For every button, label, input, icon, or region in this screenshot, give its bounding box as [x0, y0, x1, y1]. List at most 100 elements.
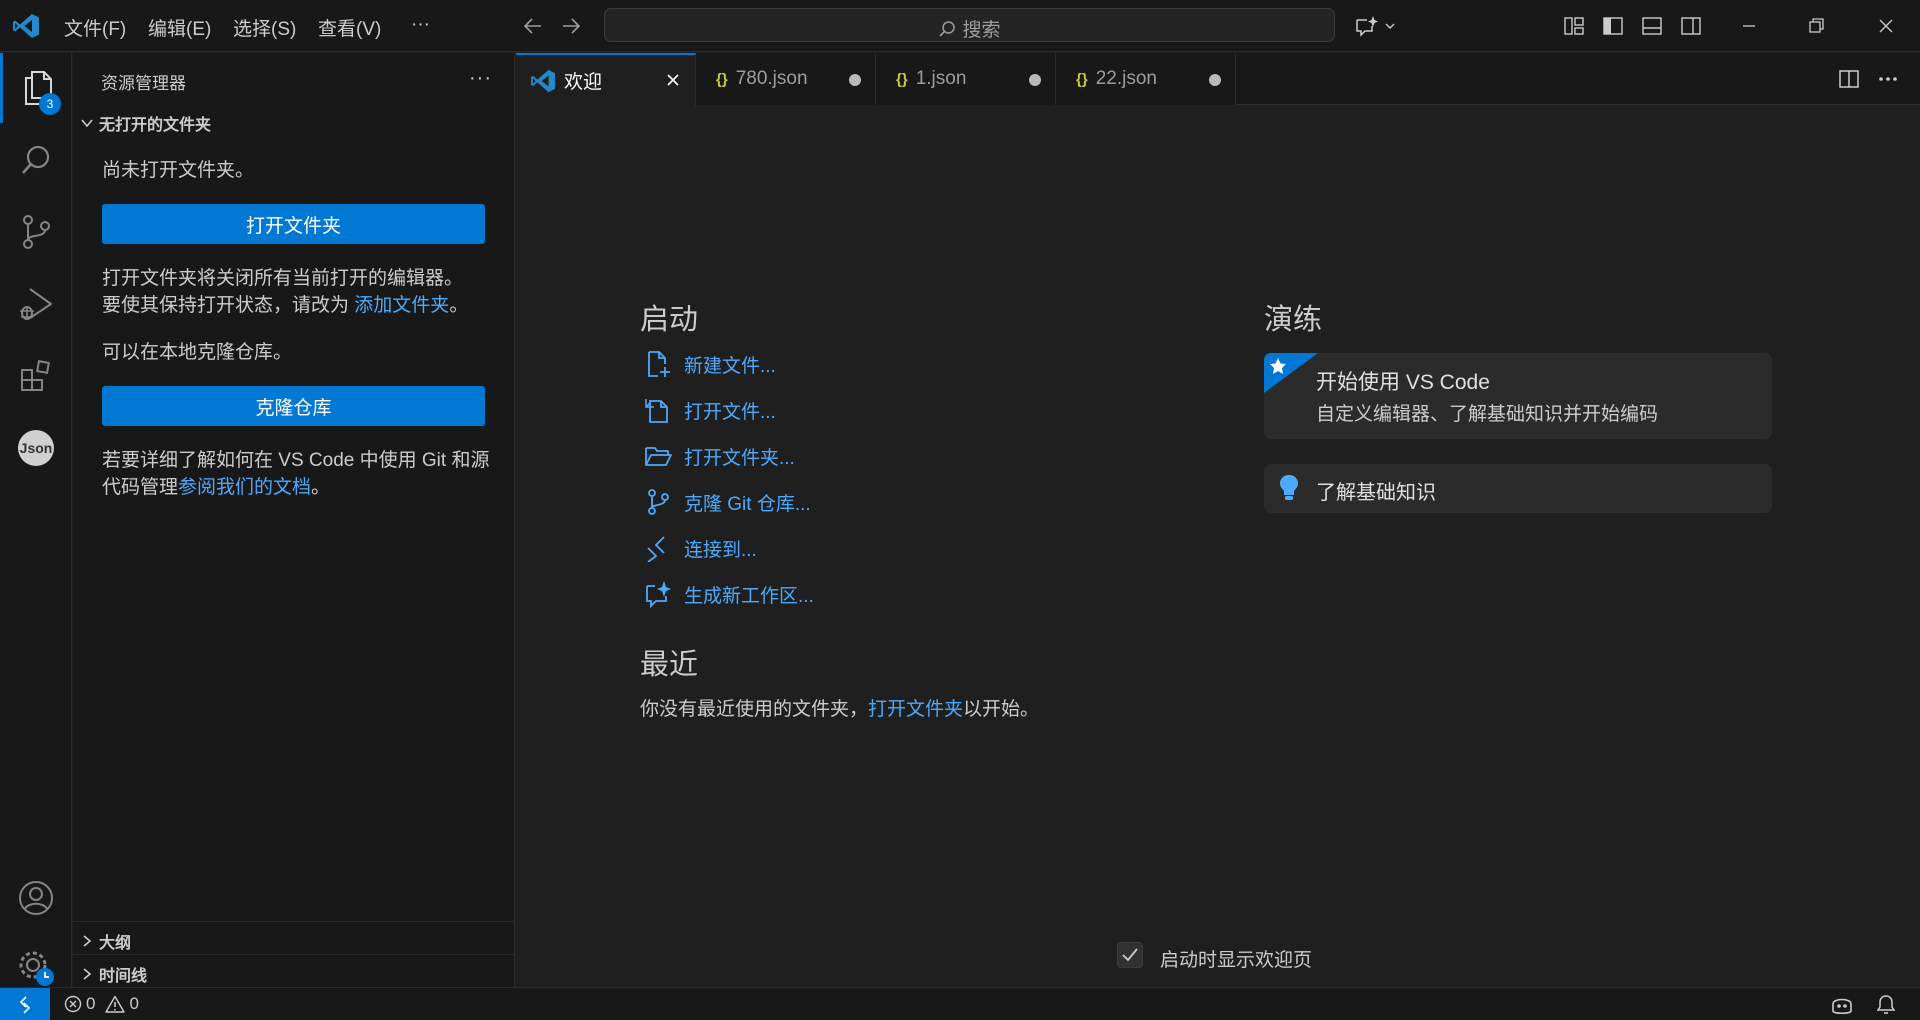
command-center-search[interactable]: 搜索: [604, 8, 1335, 42]
unsaved-dot-icon[interactable]: [849, 74, 861, 86]
activity-explorer[interactable]: 3: [0, 53, 72, 123]
toggle-primary-sidebar-icon[interactable]: [1601, 14, 1625, 38]
tab-22-json-label: 22.json: [1095, 68, 1157, 89]
remote-icon: [19, 995, 31, 1014]
restore-icon[interactable]: [1804, 14, 1828, 38]
close-window-icon[interactable]: [1874, 14, 1898, 38]
toggle-secondary-sidebar-icon[interactable]: [1679, 14, 1703, 38]
problems-status[interactable]: 0 0: [64, 994, 139, 1014]
menu-edit[interactable]: 编辑(E): [148, 14, 211, 41]
recent-open-folder-link[interactable]: 打开文件夹: [868, 699, 963, 720]
notifications-bell-icon[interactable]: [1876, 994, 1896, 1016]
source-control-icon: [23, 215, 50, 249]
copilot-icon[interactable]: [1830, 994, 1854, 1016]
copilot-sparkle-icon[interactable]: [1354, 14, 1400, 38]
explorer-sidebar: 资源管理器 ··· 无打开的文件夹 尚未打开文件夹。 打开文件夹 打开文件夹将关…: [73, 53, 515, 987]
menu-file[interactable]: 文件(F): [64, 14, 126, 41]
recent-suffix: 以开始。: [963, 699, 1040, 720]
warning-icon: [105, 995, 126, 1013]
back-arrow-icon[interactable]: [521, 14, 545, 38]
json-file-icon: {}: [716, 70, 728, 88]
activity-source-control[interactable]: [0, 197, 72, 267]
recent-heading: 最近: [640, 649, 699, 681]
info-line2-prefix: 要使其保持打开状态，请改为: [102, 295, 350, 316]
forward-arrow-icon[interactable]: [559, 14, 583, 38]
generate-workspace-label: 生成新工作区...: [684, 585, 814, 607]
status-bar: 0 0: [0, 987, 1920, 1020]
customize-layout-icon[interactable]: [1562, 14, 1586, 38]
activity-json[interactable]: Json: [0, 413, 72, 483]
unsaved-dot-icon[interactable]: [1029, 74, 1041, 86]
new-file-icon: [648, 351, 670, 377]
add-folder-link[interactable]: 添加文件夹: [354, 295, 449, 316]
outline-header: 大纲: [79, 929, 131, 953]
menu-more[interactable]: ···: [411, 14, 430, 36]
close-tab-icon[interactable]: [665, 72, 681, 88]
get-started-card[interactable]: 开始使用 VS Code 自定义编辑器、了解基础知识并开始编码: [1264, 353, 1772, 439]
split-editor-icon[interactable]: [1837, 67, 1861, 91]
json-logo-text: Json: [20, 440, 53, 456]
json-file-icon: {}: [896, 70, 908, 88]
menu-selection[interactable]: 选择(S): [233, 14, 296, 41]
learn-fundamentals-card[interactable]: 了解基础知识: [1264, 464, 1772, 513]
timeline-title: 时间线: [99, 968, 148, 985]
sidebar-more-actions[interactable]: ···: [469, 67, 492, 90]
open-folder-button[interactable]: 打开文件夹: [102, 204, 485, 244]
walkthroughs-heading: 演练: [1264, 304, 1323, 336]
clone-repo-button[interactable]: 克隆仓库: [102, 386, 485, 426]
connect-to-label: 连接到...: [684, 539, 757, 561]
welcome-page: 启动 新建文件... 打开文件... 打开文件夹... 克隆 Git 仓库...: [516, 106, 1920, 987]
clone-text: 可以在本地克隆仓库。: [102, 342, 293, 363]
tab-1-json-label: 1.json: [915, 68, 967, 89]
remote-connect-icon: [647, 536, 665, 562]
remote-indicator[interactable]: [0, 988, 50, 1020]
activity-extensions[interactable]: [0, 341, 72, 411]
git-branch-icon: [648, 489, 669, 515]
clone-git-link[interactable]: 克隆 Git 仓库...: [644, 488, 811, 516]
extensions-icon: [21, 360, 50, 391]
sidebar-title: 资源管理器: [101, 74, 186, 93]
minimize-icon[interactable]: [1737, 14, 1761, 38]
run-debug-icon: [20, 288, 52, 320]
outline-title: 大纲: [99, 935, 132, 952]
activity-search[interactable]: [0, 125, 72, 195]
section-timeline[interactable]: 时间线: [73, 954, 515, 987]
editor-more-actions-icon[interactable]: [1876, 67, 1900, 91]
show-welcome-label[interactable]: 启动时显示欢迎页: [1160, 945, 1312, 972]
menu-view[interactable]: 查看(V): [318, 14, 381, 41]
unsaved-dot-icon[interactable]: [1209, 74, 1221, 86]
account-icon: [19, 881, 53, 915]
section-no-folder-title: 无打开的文件夹: [99, 117, 212, 134]
json-file-icon: {}: [1076, 70, 1088, 88]
connect-to-link[interactable]: 连接到...: [644, 534, 757, 562]
title-bar: 文件(F) 编辑(E) 选择(S) 查看(V) ··· 搜索: [0, 0, 1920, 52]
lightbulb-icon: [1280, 475, 1298, 500]
open-folder-icon: [645, 447, 672, 466]
tab-welcome[interactable]: 欢迎: [516, 53, 696, 106]
clone-git-label: 克隆 Git 仓库...: [684, 493, 811, 515]
activity-accounts[interactable]: [0, 863, 72, 933]
docs-link[interactable]: 参阅我们的文档: [178, 477, 311, 498]
activity-run-debug[interactable]: [0, 269, 72, 339]
section-no-folder-header[interactable]: 无打开的文件夹: [79, 111, 211, 135]
show-welcome-checkbox[interactable]: [1117, 942, 1143, 968]
error-count: 0: [86, 994, 96, 1013]
docs-info: 若要详细了解如何在 VS Code 中使用 Git 和源代码管理参阅我们的文档。: [102, 447, 497, 501]
editor-tab-bar: 欢迎 {} 780.json {} 1.json {} 22.json: [516, 53, 1920, 106]
tab-780-json[interactable]: {} 780.json: [696, 53, 876, 105]
search-placeholder: 搜索: [962, 20, 1001, 41]
tab-1-json[interactable]: {} 1.json: [876, 53, 1056, 105]
new-file-link[interactable]: 新建文件...: [644, 350, 776, 378]
open-folder-link[interactable]: 打开文件夹...: [644, 442, 795, 470]
section-outline[interactable]: 大纲: [73, 921, 515, 954]
info-line2-suffix: 。: [449, 295, 469, 316]
open-file-link[interactable]: 打开文件...: [644, 396, 776, 424]
toggle-panel-icon[interactable]: [1640, 14, 1664, 38]
tab-22-json[interactable]: {} 22.json: [1056, 53, 1236, 105]
gear-icon: [19, 951, 54, 986]
vscode-logo-icon: [13, 14, 39, 38]
open-folder-label: 打开文件夹...: [684, 447, 795, 469]
generate-workspace-link[interactable]: 生成新工作区...: [644, 580, 814, 608]
open-folder-info: 打开文件夹将关闭所有当前打开的编辑器。 要使其保持打开状态，请改为 添加文件夹。: [102, 265, 492, 319]
featured-star-icon: [1264, 353, 1318, 393]
